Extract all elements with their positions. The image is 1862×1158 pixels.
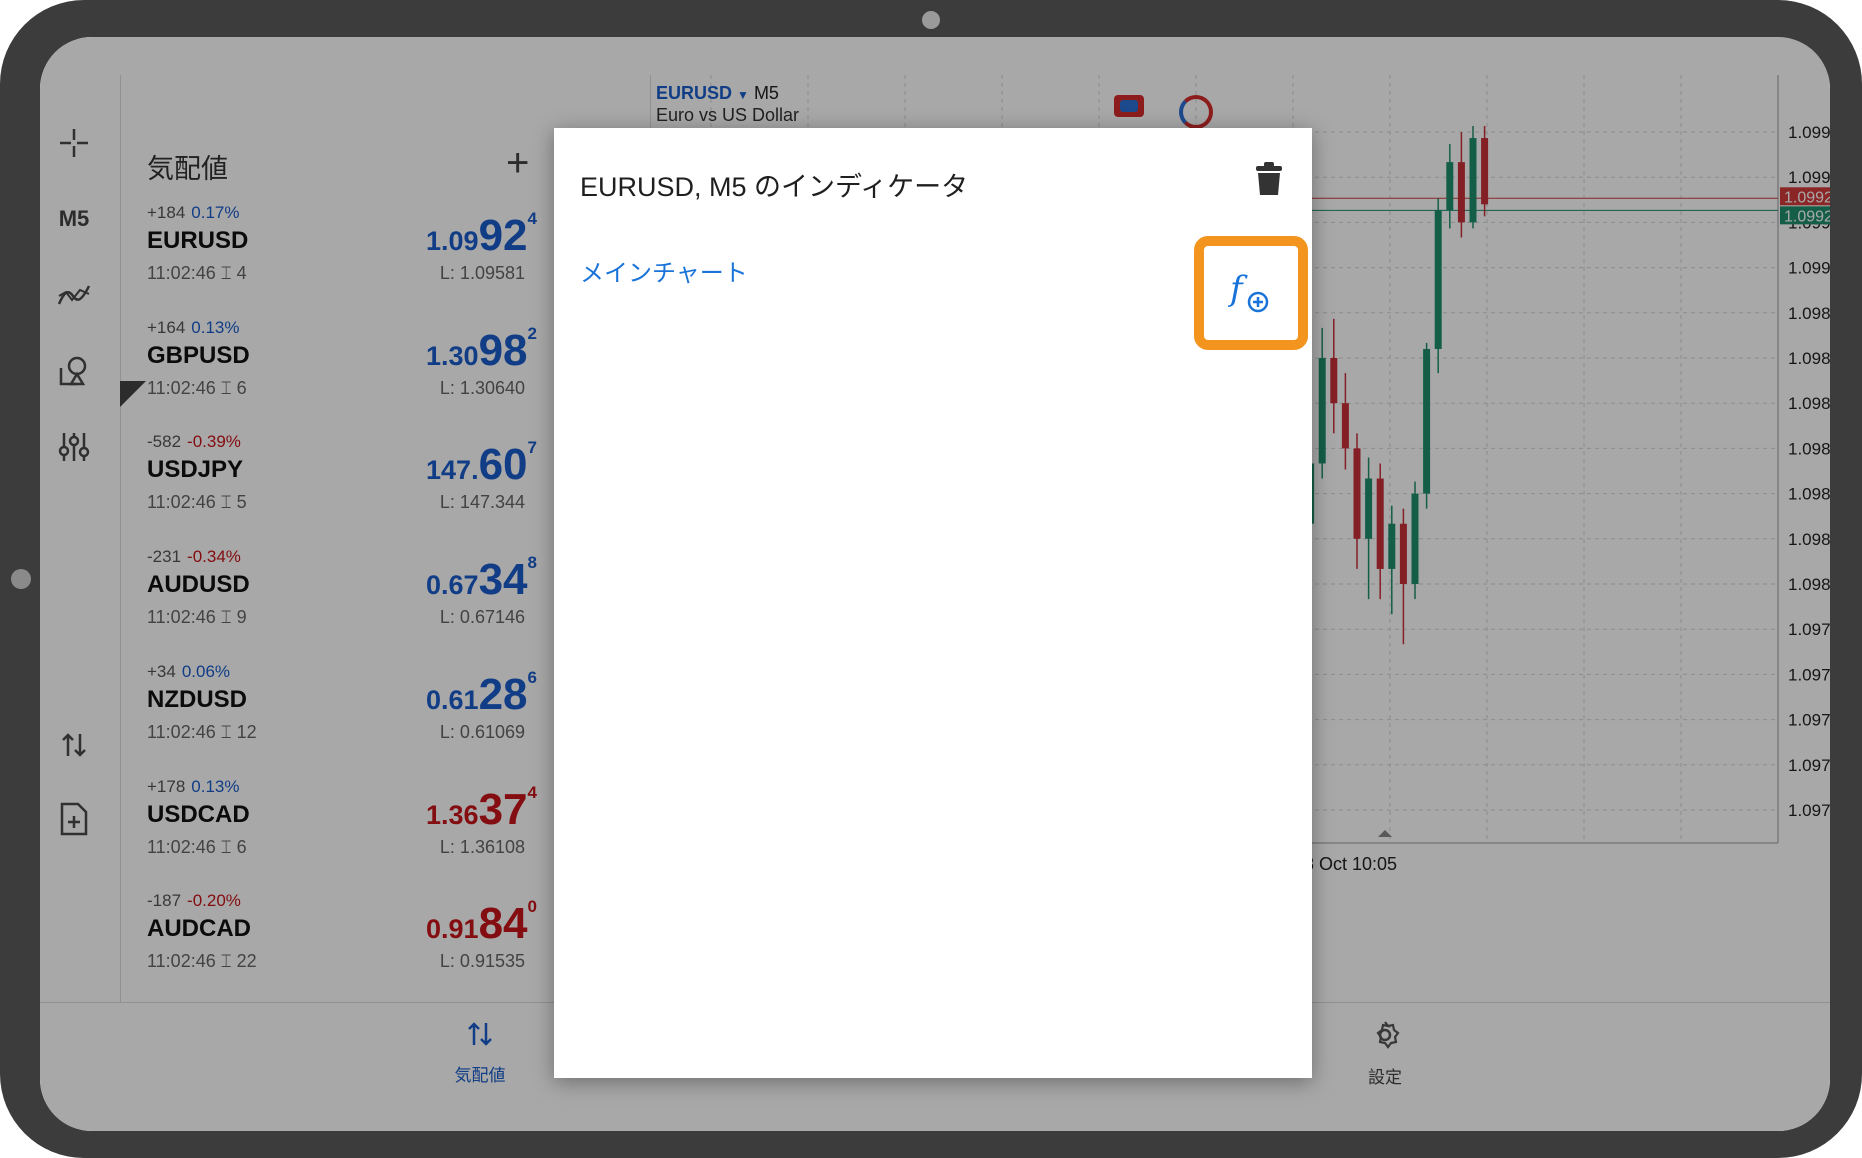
indicators-dialog: EURUSD, M5 のインディケータ メインチャート f: [554, 128, 1312, 1078]
dialog-title: EURUSD, M5 のインディケータ: [580, 172, 969, 202]
trash-icon[interactable]: [1254, 161, 1284, 197]
svg-text:f: f: [1228, 270, 1248, 309]
add-indicator-button[interactable]: f: [1194, 236, 1308, 350]
screen: M5 気配値 + +184 0.17% EURUSD 11:02:46 ⌶ 4 …: [40, 37, 1830, 1131]
trading-app: M5 気配値 + +184 0.17% EURUSD 11:02:46 ⌶ 4 …: [40, 37, 1830, 1131]
camera-dot: [922, 11, 940, 29]
function-add-icon: f: [1228, 270, 1269, 313]
main-chart-section[interactable]: メインチャート: [580, 253, 748, 288]
tablet-frame: M5 気配値 + +184 0.17% EURUSD 11:02:46 ⌶ 4 …: [0, 0, 1862, 1158]
side-button: [11, 569, 31, 589]
